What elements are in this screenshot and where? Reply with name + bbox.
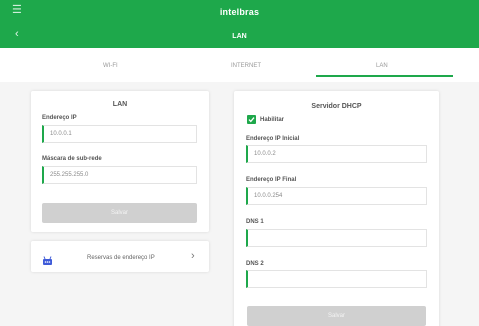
tab-wifi[interactable]: WI-FI bbox=[103, 63, 118, 69]
ip-reservations-label: Reservas de endereço IP bbox=[87, 255, 155, 261]
lan-card: LAN Endereço IP 10.0.0.1 Máscara de sub-… bbox=[31, 91, 209, 232]
dns1-label: DNS 1 bbox=[246, 219, 264, 225]
lan-card-title: LAN bbox=[112, 101, 128, 108]
active-tab-indicator bbox=[316, 75, 453, 77]
dhcp-card: Servidor DHCP bbox=[234, 91, 439, 326]
tab-bar: WI-FI INTERNET LAN bbox=[0, 48, 479, 82]
ip-address-input[interactable]: 10.0.0.1 bbox=[42, 125, 197, 143]
brand-logo: intelbras bbox=[219, 7, 260, 17]
dns1-input[interactable] bbox=[246, 229, 427, 247]
dns2-input[interactable] bbox=[246, 270, 427, 288]
dhcp-enable-label: Habilitar bbox=[260, 117, 285, 123]
dns2-label: DNS 2 bbox=[246, 261, 264, 267]
lan-save-button[interactable]: Salvar bbox=[42, 203, 197, 223]
dhcp-card-title: Servidor DHCP bbox=[311, 103, 362, 110]
router-icon bbox=[42, 253, 53, 271]
dhcp-enable-checkbox[interactable] bbox=[247, 115, 256, 124]
tab-internet[interactable]: INTERNET bbox=[231, 63, 261, 69]
end-ip-label: Endereço IP Final bbox=[246, 177, 297, 183]
app-header: ☰ intelbras ‹ LAN bbox=[0, 0, 479, 48]
tab-lan[interactable]: LAN bbox=[376, 63, 388, 69]
page-title: LAN bbox=[232, 33, 247, 40]
subnet-mask-label: Máscara de sub-rede bbox=[42, 156, 102, 162]
dhcp-save-button[interactable]: Salvar bbox=[247, 306, 426, 326]
end-ip-input[interactable]: 10.0.0.254 bbox=[246, 187, 427, 205]
checkmark-icon bbox=[248, 117, 255, 123]
subnet-mask-input[interactable]: 255.255.255.0 bbox=[42, 166, 197, 184]
ip-address-label: Endereço IP bbox=[42, 115, 77, 121]
ip-reservations-row[interactable]: Reservas de endereço IP › bbox=[31, 241, 209, 272]
start-ip-input[interactable]: 10.0.0.2 bbox=[246, 145, 427, 163]
start-ip-label: Endereço IP Inicial bbox=[246, 136, 300, 142]
chevron-right-icon: › bbox=[191, 250, 195, 262]
